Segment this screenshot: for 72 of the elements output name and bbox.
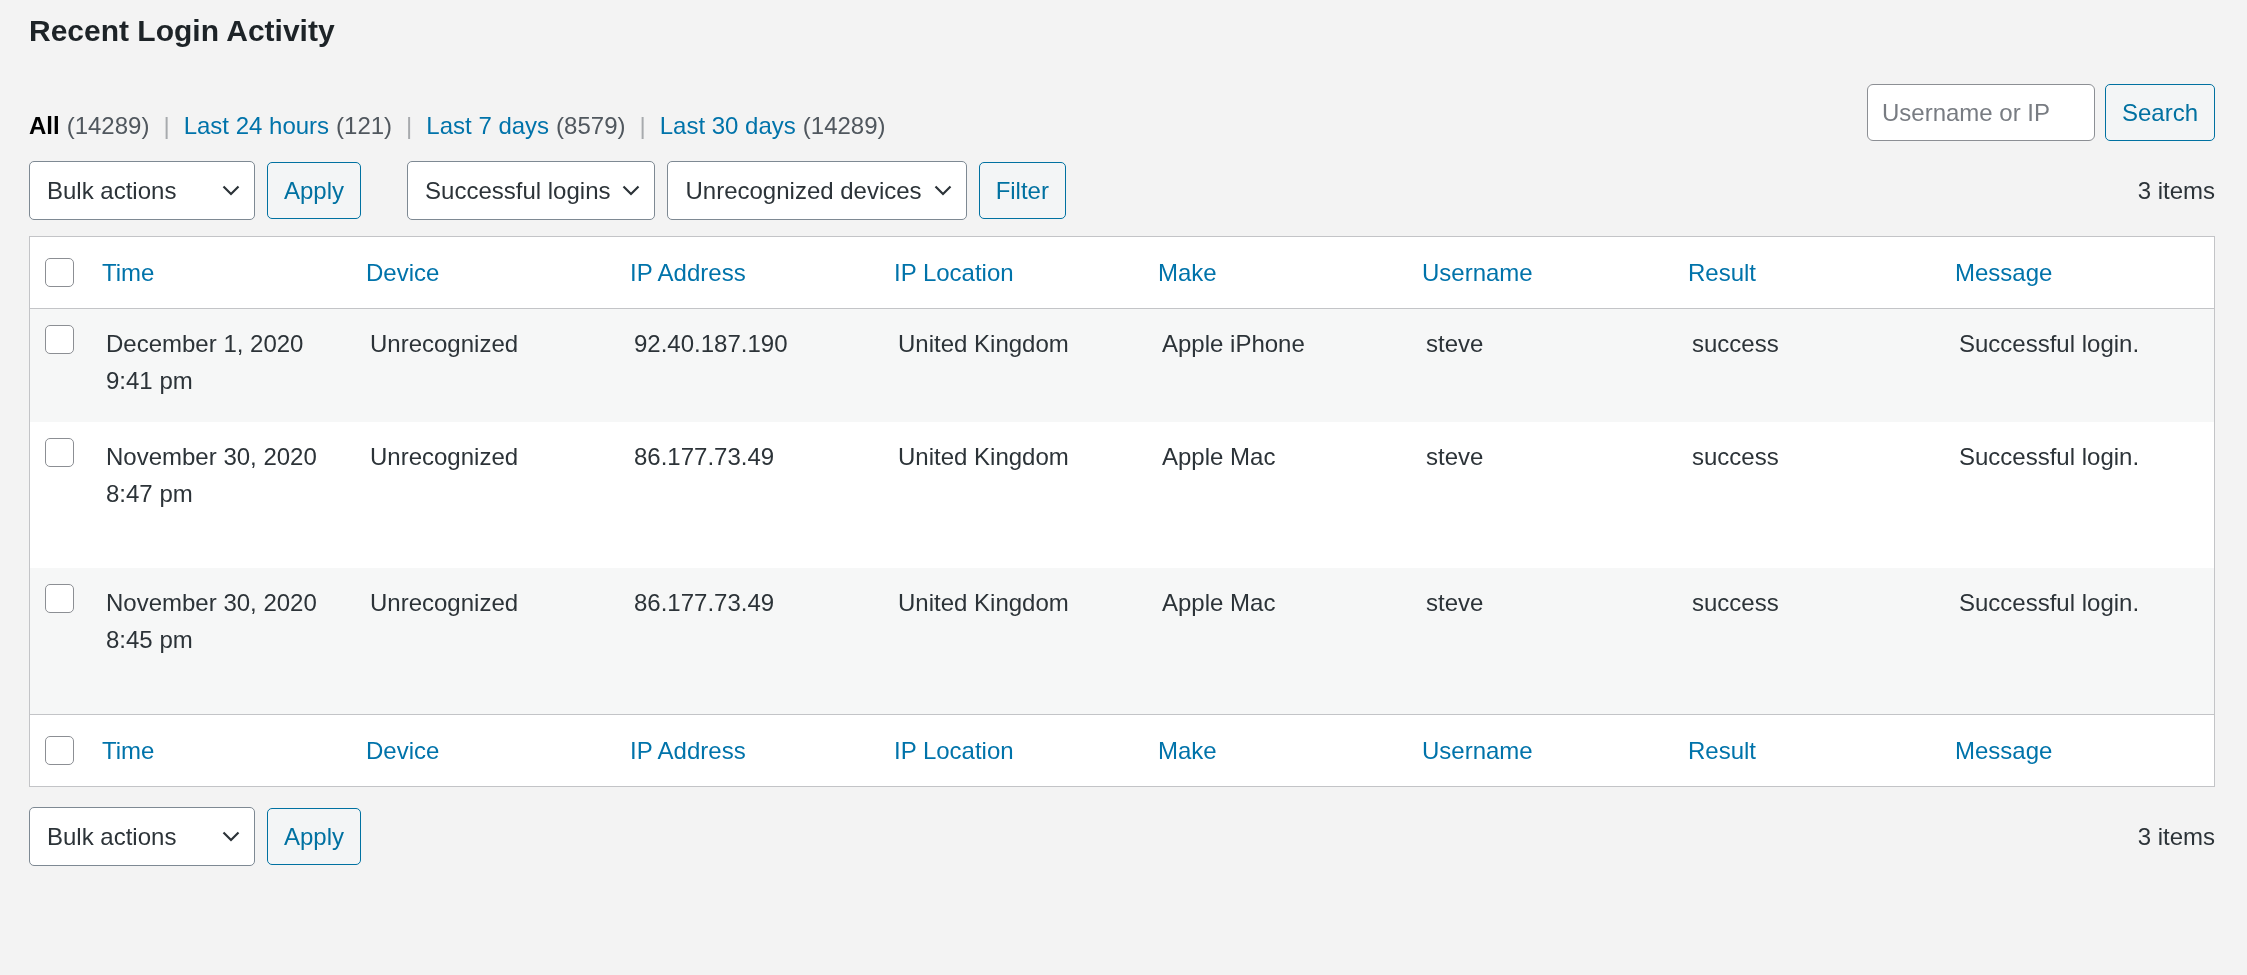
chevron-down-icon — [222, 185, 240, 196]
view-filter-link[interactable]: Last 7 days — [426, 112, 550, 140]
table-cell-text: success — [1691, 442, 1780, 472]
table-cell-text: 92.40.187.190 — [633, 329, 789, 359]
table-cell-text: Successful login. — [1958, 329, 2141, 359]
column-header-link[interactable]: IP Address — [630, 258, 894, 287]
column-header-link[interactable]: Make — [1158, 258, 1422, 287]
view-filter-link[interactable]: Last 30 days — [659, 112, 796, 140]
table-cell-text: November 30, 2020 8:45 pm — [106, 588, 318, 655]
separator: | — [639, 112, 646, 140]
checkbox[interactable] — [45, 438, 74, 467]
column-header-link[interactable]: Message — [1955, 736, 2214, 765]
table-cell-text: steve — [1425, 588, 1485, 618]
table-cell-text: steve — [1425, 442, 1485, 472]
checkbox[interactable] — [45, 736, 74, 765]
view-filter-link[interactable]: All — [29, 112, 60, 140]
column-header-link[interactable]: IP Location — [894, 736, 1158, 765]
items-count: 3 items — [2137, 176, 2215, 205]
separator: | — [163, 112, 170, 140]
separator: | — [406, 112, 413, 140]
table-cell-text: November 30, 2020 8:47 pm — [106, 442, 318, 509]
table-cell-text: Apple Mac — [1161, 442, 1277, 472]
column-header-link[interactable]: IP Location — [894, 258, 1158, 287]
chevron-down-icon — [622, 185, 641, 196]
view-filter-link[interactable]: Last 24 hours — [183, 112, 330, 140]
column-header-link[interactable]: Username — [1422, 258, 1688, 287]
column-header-link[interactable]: Message — [1955, 258, 2214, 287]
checkbox[interactable] — [45, 325, 74, 354]
filter-select[interactable]: Unrecognized devices — [667, 161, 967, 220]
column-header-link[interactable]: Time — [102, 258, 366, 287]
chevron-down-icon — [222, 831, 240, 842]
bulk-actions-select[interactable]: Bulk actions — [29, 161, 255, 220]
chevron-down-icon — [933, 185, 952, 196]
apply-button[interactable]: Apply — [267, 808, 362, 865]
page-title: Recent Login Activity — [29, 14, 336, 48]
table-cell-text: success — [1691, 329, 1780, 359]
column-header-link[interactable]: Result — [1688, 258, 1955, 287]
table-cell-text: Successful login. — [1958, 442, 2141, 472]
apply-button[interactable]: Apply — [267, 162, 362, 219]
table-cell-text: 86.177.73.49 — [633, 442, 776, 472]
checkbox[interactable] — [45, 584, 74, 613]
items-count: 3 items — [2137, 822, 2215, 851]
search-button[interactable]: Search — [2104, 84, 2215, 141]
bulk-actions-select[interactable]: Bulk actions — [29, 807, 255, 866]
column-header-link[interactable]: Username — [1422, 736, 1688, 765]
filter-button[interactable]: Filter — [978, 162, 1066, 219]
table-cell-text: Unrecognized — [369, 329, 520, 359]
table-cell-text: United Kingdom — [897, 442, 1070, 472]
column-header-link[interactable]: Device — [366, 258, 630, 287]
column-header-link[interactable]: IP Address — [630, 736, 894, 765]
table-cell-text: Successful login. — [1958, 588, 2141, 618]
column-header-link[interactable]: Time — [102, 736, 366, 765]
column-header-link[interactable]: Result — [1688, 736, 1955, 765]
table-cell-text: United Kingdom — [897, 329, 1070, 359]
filter-select[interactable]: Successful logins — [407, 161, 656, 220]
table-cell-text: United Kingdom — [897, 588, 1070, 618]
column-header-link[interactable]: Make — [1158, 736, 1422, 765]
table-cell-text: 86.177.73.49 — [633, 588, 776, 618]
view-count: (14289) — [802, 112, 886, 140]
view-count: (14289) — [66, 112, 150, 140]
column-header-link[interactable]: Device — [366, 736, 630, 765]
table-cell-text: December 1, 2020 9:41 pm — [106, 329, 305, 396]
table-cell-text: Apple iPhone — [1161, 329, 1306, 359]
view-count: (121) — [336, 112, 393, 140]
table-cell-text: Apple Mac — [1161, 588, 1277, 618]
checkbox[interactable] — [45, 258, 74, 287]
table-cell-text: Unrecognized — [369, 588, 520, 618]
table-cell-text: steve — [1425, 329, 1485, 359]
view-count: (8579) — [556, 112, 626, 140]
table-cell-text: Unrecognized — [369, 442, 520, 472]
search-field[interactable]: Username or IP — [1866, 84, 2095, 141]
table-cell-text: success — [1691, 588, 1780, 618]
